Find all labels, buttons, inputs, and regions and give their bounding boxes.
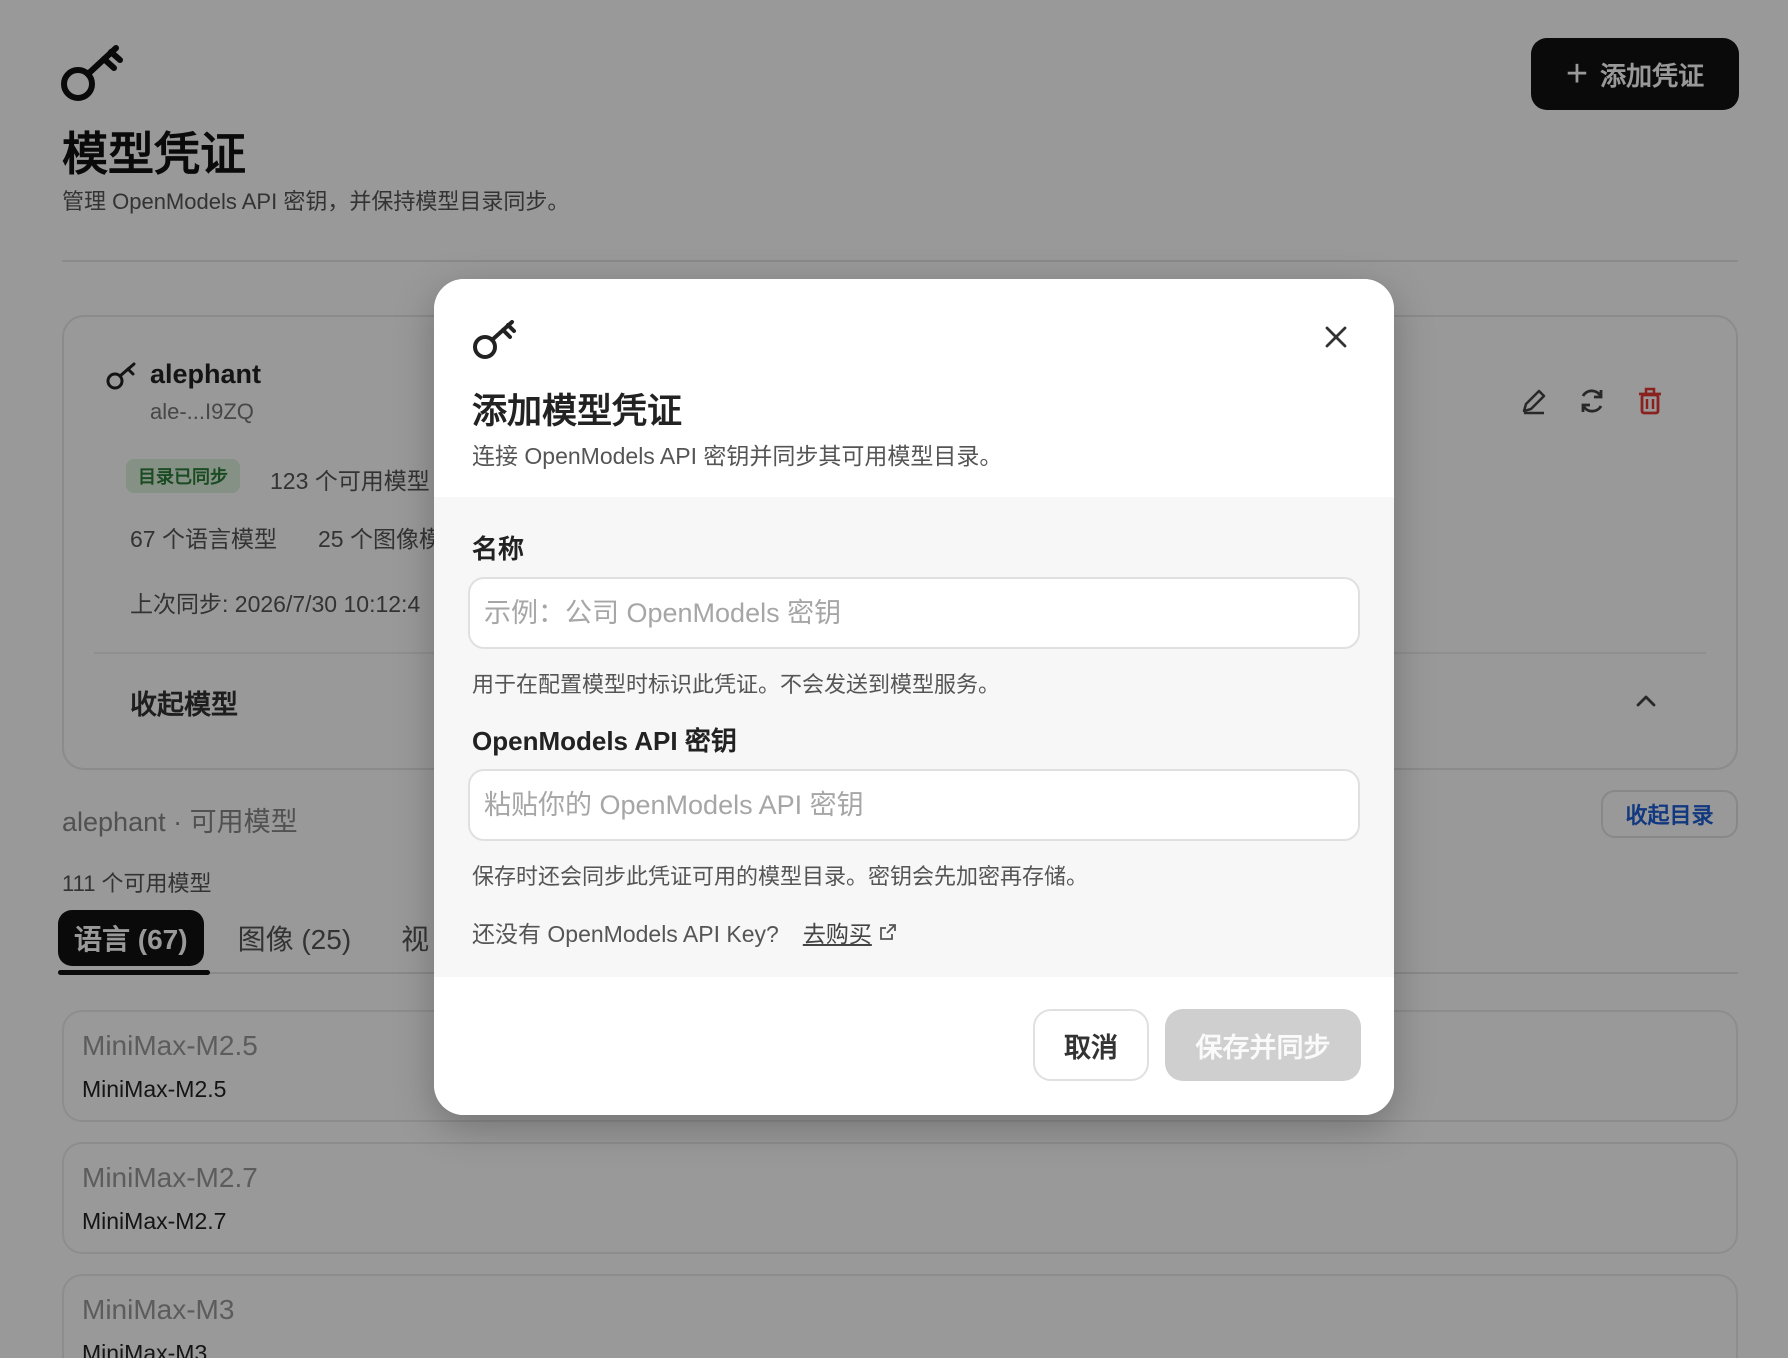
dialog-title: 添加模型凭证: [472, 392, 683, 431]
no-key-row: 还没有 OpenModels API Key? 去购买: [472, 915, 898, 949]
api-key-field-help: 保存时还会同步此凭证可用的模型目录。密钥会先加密再存储。: [472, 864, 1089, 889]
dialog-body: 名称 用于在配置模型时标识此凭证。不会发送到模型服务。 OpenModels A…: [434, 497, 1394, 977]
dialog-footer: 取消 保存并同步: [434, 977, 1394, 1115]
page: 模型凭证 管理 OpenModels API 密钥，并保持模型目录同步。 + 添…: [0, 0, 1788, 1358]
buy-link[interactable]: 去购买: [803, 915, 898, 949]
dialog-header: 添加模型凭证 连接 OpenModels API 密钥并同步其可用模型目录。: [434, 279, 1394, 497]
close-icon[interactable]: [1322, 323, 1350, 351]
dialog-description: 连接 OpenModels API 密钥并同步其可用模型目录。: [472, 443, 1003, 469]
buy-link-label: 去购买: [802, 921, 872, 947]
name-field-help: 用于在配置模型时标识此凭证。不会发送到模型服务。: [472, 672, 1001, 697]
external-link-icon: [879, 924, 896, 940]
name-field-label: 名称: [472, 534, 525, 564]
name-input[interactable]: [468, 577, 1360, 649]
cancel-button[interactable]: 取消: [1033, 1009, 1149, 1081]
api-key-field-label: OpenModels API 密钥: [472, 726, 737, 756]
api-key-input[interactable]: [468, 769, 1360, 841]
key-icon: [473, 320, 516, 359]
save-and-sync-button[interactable]: 保存并同步: [1165, 1009, 1361, 1081]
no-key-prompt: 还没有 OpenModels API Key?: [472, 921, 779, 947]
add-credential-dialog: 添加模型凭证 连接 OpenModels API 密钥并同步其可用模型目录。 名…: [434, 279, 1394, 1115]
